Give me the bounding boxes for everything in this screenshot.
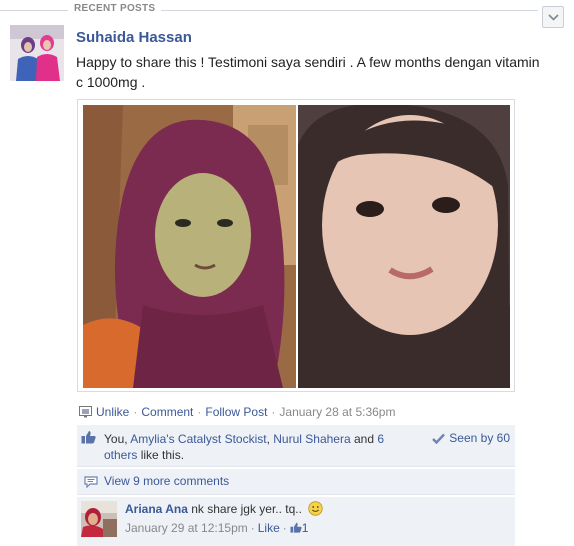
post-photo[interactable] [77, 99, 515, 392]
commenter-avatar[interactable] [81, 501, 117, 537]
collapse-button[interactable] [542, 6, 564, 28]
comment-author[interactable]: Ariana Ana [125, 502, 188, 516]
comment-meta: January 29 at 12:15pm · Like · 1 [125, 521, 309, 535]
likes-you: You, [104, 432, 128, 446]
likes-text: You, Amylia's Catalyst Stockist, Nurul S… [104, 432, 385, 462]
seen-by[interactable]: Seen by 60 [432, 431, 510, 445]
section-header: RECENT POSTS [0, 0, 574, 28]
view-more-comments-row[interactable]: View 9 more comments [77, 469, 515, 495]
author-avatar[interactable] [10, 25, 64, 81]
chevron-down-icon [548, 14, 559, 21]
friends-icon [79, 406, 92, 418]
likes-summary: You, Amylia's Catalyst Stockist, Nurul S… [77, 425, 515, 467]
comment-item: Ariana Ana nk share jgk yer.. tq.. Janua… [77, 497, 515, 545]
post-message: Happy to share this ! Testimoni saya sen… [76, 54, 540, 90]
post-timestamp[interactable]: January 28 at 5:36pm [279, 405, 395, 419]
comment-like-link[interactable]: Like [258, 521, 280, 535]
follow-post-link[interactable]: Follow Post [205, 405, 267, 419]
avatar-photo [10, 25, 64, 81]
like-person-link[interactable]: Amylia's Catalyst Stockist [130, 432, 266, 446]
thumbs-up-icon [290, 522, 302, 533]
comment-text: nk share jgk yer.. tq.. [191, 502, 302, 516]
next-comment-row [77, 541, 515, 546]
comment-timestamp[interactable]: January 29 at 12:15pm [125, 521, 248, 535]
comment-body: Ariana Ana nk share jgk yer.. tq.. [125, 501, 324, 516]
view-more-comments-link[interactable]: View 9 more comments [104, 474, 229, 488]
checkmark-icon [432, 433, 446, 445]
comment-link[interactable]: Comment [141, 405, 193, 419]
photo-before [83, 105, 296, 388]
likes-and: and [354, 432, 375, 446]
ufi-panel: You, Amylia's Catalyst Stockist, Nurul S… [77, 425, 515, 545]
like-person-link[interactable]: Nurul Shahera [273, 432, 350, 446]
smiley-icon [308, 501, 324, 516]
post-author[interactable]: Suhaida Hassan [76, 29, 192, 46]
comment-like-count[interactable]: 1 [302, 521, 309, 535]
seen-by-count: Seen by 60 [449, 431, 510, 445]
unlike-link[interactable]: Unlike [96, 405, 129, 419]
photo-after [298, 105, 510, 388]
speech-bubble-icon [84, 476, 98, 488]
likes-suffix: like this. [140, 448, 185, 462]
thumbs-up-icon [81, 431, 96, 444]
section-title: RECENT POSTS [68, 3, 162, 14]
post-actions: Unlike · Comment · Follow Post · January 28 at… [79, 404, 395, 420]
